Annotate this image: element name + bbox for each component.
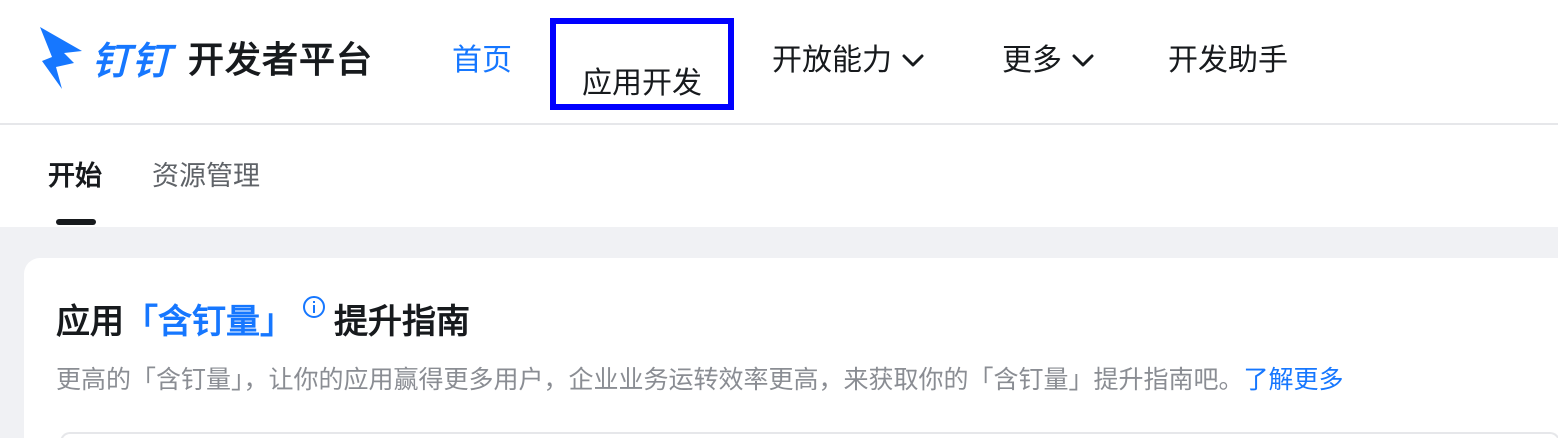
brand-logo[interactable]: 钉钉 开发者平台 <box>36 22 373 92</box>
sub-tabs: 开始 资源管理 <box>0 127 1558 227</box>
nav-dev-assistant[interactable]: 开发助手 <box>1168 36 1288 86</box>
tab-resource-management[interactable]: 资源管理 <box>152 157 260 197</box>
chevron-down-icon <box>902 54 924 67</box>
card-title-highlight: 「含钉量」 <box>124 301 294 342</box>
nav-open-capability[interactable]: 开放能力 <box>772 36 924 86</box>
brand-name: 钉钉 <box>92 38 173 83</box>
dingtalk-logo-icon <box>40 27 82 89</box>
nav-home[interactable]: 首页 <box>452 36 512 86</box>
card-description-text: 更高的「含钉量」，让你的应用赢得更多用户，企业业务运转效率更高，来获取你的「含钉… <box>56 365 1244 394</box>
guide-card <box>24 258 1558 438</box>
top-navigation: 钉钉 开发者平台 首页 应用开发 开放能力 更多 开发助手 <box>0 0 1558 125</box>
learn-more-link[interactable]: 了解更多 <box>1244 365 1344 394</box>
active-tab-indicator <box>56 219 96 225</box>
nav-more[interactable]: 更多 <box>1002 36 1094 86</box>
nav-app-development-label: 应用开发 <box>582 66 702 101</box>
brand-title: 开发者平台 <box>188 40 374 81</box>
info-icon[interactable] <box>302 295 326 319</box>
card-title-suffix: 提升指南 <box>334 301 470 342</box>
card-title: 应用 「含钉量」 提升指南 <box>56 294 470 342</box>
inner-content-box <box>60 432 1558 438</box>
nav-open-capability-label: 开放能力 <box>772 43 892 78</box>
nav-more-label: 更多 <box>1002 43 1062 78</box>
chevron-down-icon <box>1072 54 1094 67</box>
card-description: 更高的「含钉量」，让你的应用赢得更多用户，企业业务运转效率更高，来获取你的「含钉… <box>56 360 1344 400</box>
card-title-prefix: 应用 <box>56 301 124 342</box>
tab-start[interactable]: 开始 <box>48 157 102 197</box>
nav-app-development[interactable]: 应用开发 <box>550 18 734 110</box>
